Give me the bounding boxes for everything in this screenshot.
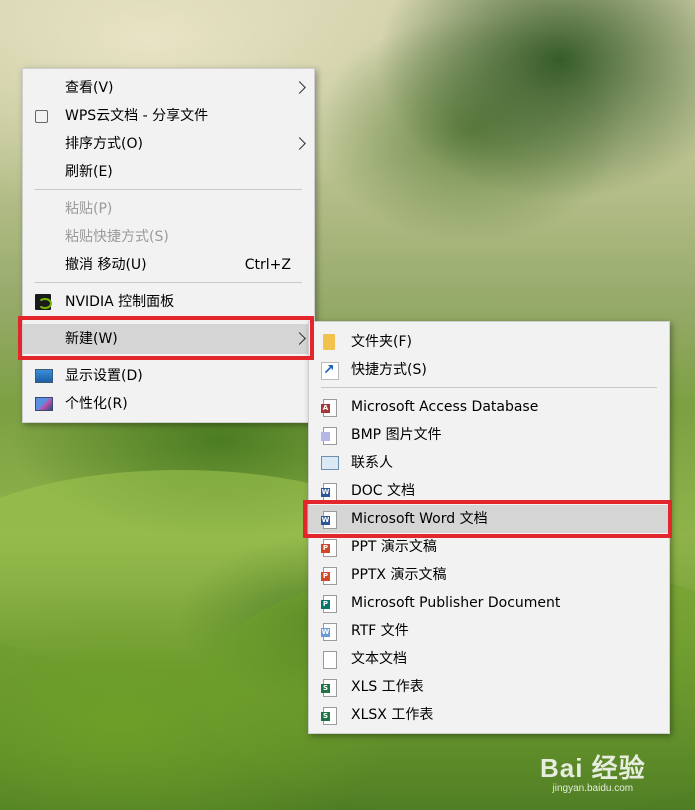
menu-item-label: XLSX 工作表: [351, 707, 434, 723]
menu-item-label: 文件夹(F): [351, 334, 412, 350]
menu-separator: [321, 387, 657, 388]
publisher-file-icon: P: [321, 595, 337, 613]
menu-item-label: BMP 图片文件: [351, 427, 442, 443]
menu-item-label: RTF 文件: [351, 623, 409, 639]
ppt-glyph: P: [321, 544, 330, 553]
chevron-right-icon: [293, 137, 306, 150]
pptx-file-icon: P: [321, 567, 337, 585]
menu-item-label: 粘贴快捷方式(S): [65, 229, 169, 245]
submenu-item-xls[interactable]: S XLS 工作表: [309, 673, 669, 701]
menu-item-label: 撤消 移动(U): [65, 257, 147, 273]
menu-item-label: Microsoft Access Database: [351, 399, 539, 415]
chevron-right-icon: [293, 81, 306, 94]
access-glyph: A: [321, 404, 330, 413]
menu-item-paste-shortcut: 粘贴快捷方式(S): [23, 223, 314, 251]
menu-item-label: 查看(V): [65, 80, 114, 96]
display-settings-icon: [35, 369, 53, 383]
xls-glyph: S: [321, 712, 330, 721]
submenu-item-pptx[interactable]: P PPTX 演示文稿: [309, 561, 669, 589]
word-glyph: W: [321, 488, 330, 497]
menu-item-label: 排序方式(O): [65, 136, 143, 152]
menu-item-label: 联系人: [351, 455, 393, 471]
menu-item-label: XLS 工作表: [351, 679, 424, 695]
menu-item-refresh[interactable]: 刷新(E): [23, 158, 314, 186]
ppt-glyph: P: [321, 572, 330, 581]
menu-item-label: 显示设置(D): [65, 368, 143, 384]
menu-item-personalize[interactable]: 个性化(R): [23, 390, 314, 418]
ppt-file-icon: P: [321, 539, 337, 557]
menu-item-label: 个性化(R): [65, 396, 128, 412]
contact-icon: [321, 456, 339, 470]
submenu-item-shortcut[interactable]: 快捷方式(S): [309, 356, 669, 384]
menu-item-label: NVIDIA 控制面板: [65, 294, 175, 310]
menu-item-view[interactable]: 查看(V): [23, 74, 314, 102]
baidu-jingyan-watermark: Bai 经验 jingyan.baidu.com: [540, 748, 646, 794]
watermark-url: jingyan.baidu.com: [552, 783, 634, 794]
shortcut-icon: [321, 356, 339, 384]
menu-item-nvidia-control-panel[interactable]: NVIDIA 控制面板: [23, 288, 314, 316]
submenu-item-rtf[interactable]: W RTF 文件: [309, 617, 669, 645]
submenu-item-xlsx[interactable]: S XLSX 工作表: [309, 701, 669, 729]
share-link-icon: [35, 110, 48, 123]
menu-separator: [35, 189, 302, 190]
text-file-icon: [323, 651, 337, 669]
menu-item-sort-by[interactable]: 排序方式(O): [23, 130, 314, 158]
desktop-context-menu: 查看(V) WPS云文档 - 分享文件 排序方式(O) 刷新(E) 粘贴(P) …: [22, 68, 315, 423]
xls-file-icon: S: [321, 679, 337, 697]
menu-item-label: 文本文档: [351, 651, 407, 667]
watermark-logo-text: Bai 经验: [540, 753, 646, 783]
annotation-highlight-word: [303, 500, 672, 538]
menu-item-label: WPS云文档 - 分享文件: [65, 108, 209, 124]
folder-icon: [323, 334, 335, 350]
rtf-glyph: W: [321, 628, 330, 637]
menu-item-label: 快捷方式(S): [351, 362, 427, 378]
menu-separator: [35, 282, 302, 283]
submenu-item-publisher[interactable]: P Microsoft Publisher Document: [309, 589, 669, 617]
menu-item-label: 刷新(E): [65, 164, 113, 180]
access-file-icon: A: [321, 399, 337, 417]
submenu-item-access-database[interactable]: A Microsoft Access Database: [309, 393, 669, 421]
rtf-file-icon: W: [321, 623, 337, 641]
menu-item-display-settings[interactable]: 显示设置(D): [23, 362, 314, 390]
menu-item-undo-move[interactable]: 撤消 移动(U) Ctrl+Z: [23, 251, 314, 279]
bmp-file-icon: [321, 427, 337, 445]
doc-file-icon: W: [321, 483, 337, 501]
submenu-item-bmp[interactable]: BMP 图片文件: [309, 421, 669, 449]
submenu-item-text-document[interactable]: 文本文档: [309, 645, 669, 673]
personalize-icon: [35, 397, 53, 411]
menu-item-label: Microsoft Publisher Document: [351, 595, 561, 611]
xlsx-file-icon: S: [321, 707, 337, 725]
submenu-item-folder[interactable]: 文件夹(F): [309, 328, 669, 356]
menu-item-label: PPTX 演示文稿: [351, 567, 447, 583]
xls-glyph: S: [321, 684, 330, 693]
nvidia-icon: [35, 294, 52, 310]
menu-item-paste: 粘贴(P): [23, 195, 314, 223]
menu-item-wps-share[interactable]: WPS云文档 - 分享文件: [23, 102, 314, 130]
submenu-item-contact[interactable]: 联系人: [309, 449, 669, 477]
publisher-glyph: P: [321, 600, 330, 609]
menu-item-label: 粘贴(P): [65, 201, 113, 217]
menu-item-shortcut: Ctrl+Z: [244, 257, 291, 273]
bmp-glyph: [321, 432, 330, 441]
annotation-highlight-new: [18, 316, 314, 360]
